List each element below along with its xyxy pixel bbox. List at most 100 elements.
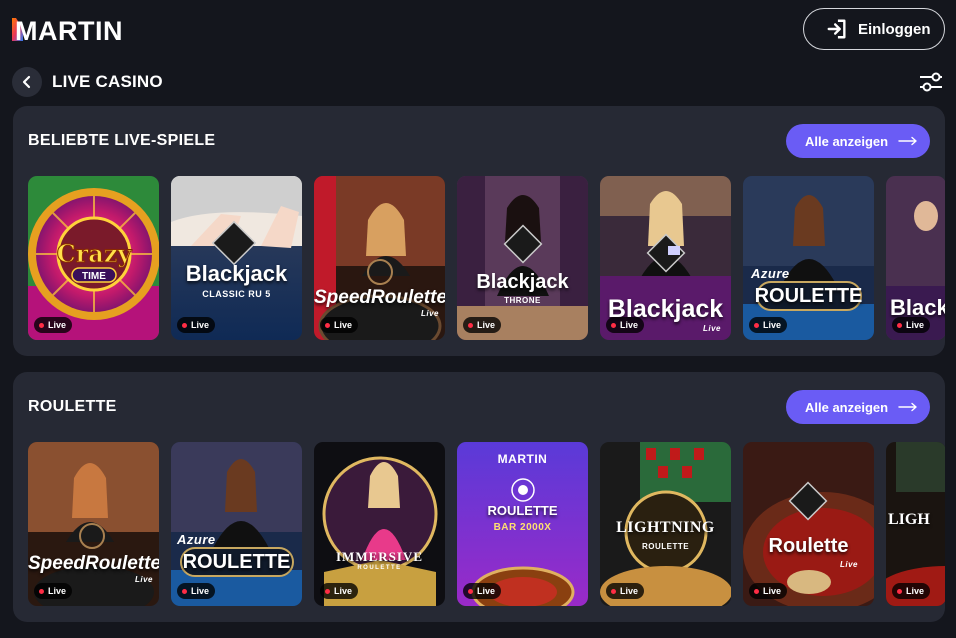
- live-dot: [611, 322, 616, 328]
- game-subtitle: Azure: [751, 266, 790, 281]
- live-badge: Live: [34, 317, 73, 333]
- live-dot: [39, 588, 44, 594]
- live-dot: [754, 588, 759, 594]
- game-title: LIGHTNING: [616, 519, 715, 536]
- game-card[interactable]: Azure ROULETTE Live: [743, 176, 874, 340]
- page-subheader: LIVE CASINO: [12, 66, 944, 98]
- live-dot: [468, 588, 473, 594]
- game-thumbnail: [171, 176, 302, 340]
- game-card[interactable]: Black Live: [886, 176, 945, 340]
- game-card[interactable]: Roulette Live Live: [743, 442, 874, 606]
- game-subtitle: THRONE: [504, 296, 541, 305]
- game-card[interactable]: Blackjack THRONE Live: [457, 176, 588, 340]
- game-subtitle: CLASSIC RU 5: [202, 289, 271, 299]
- game-title: Blackjack: [476, 271, 569, 293]
- top-header: MARTIN Einloggen: [0, 0, 956, 58]
- live-badge: Live: [320, 583, 359, 599]
- game-card[interactable]: Azure ROULETTE Live: [171, 442, 302, 606]
- live-badge: Live: [606, 317, 645, 333]
- arrow-right-icon: [898, 136, 917, 146]
- live-label: Live: [906, 586, 925, 596]
- live-label: Live: [48, 586, 67, 596]
- game-thumbnail: [314, 442, 445, 606]
- section-roulette: ROULETTE Alle anzeigen SpeedRoulette Liv…: [13, 372, 945, 622]
- live-label: Live: [48, 320, 67, 330]
- live-label: Live: [763, 586, 782, 596]
- live-label: Live: [477, 320, 496, 330]
- game-title: Roulette: [768, 535, 849, 557]
- game-thumbnail: [743, 442, 874, 606]
- live-label: Live: [334, 320, 353, 330]
- game-title: Blackjack: [185, 261, 288, 286]
- brand-label: MARTIN: [497, 452, 548, 466]
- live-badge: Live: [892, 583, 931, 599]
- login-label: Einloggen: [858, 20, 931, 38]
- game-subtitle: ROULETTE: [641, 542, 690, 551]
- live-dot: [182, 588, 187, 594]
- game-title: ROULETTE: [487, 503, 558, 518]
- game-subtitle: Azure: [177, 532, 216, 547]
- back-button[interactable]: [12, 67, 42, 97]
- login-arrow-icon: [826, 18, 848, 40]
- live-badge: Live: [177, 583, 216, 599]
- live-label: Live: [906, 320, 925, 330]
- game-card[interactable]: Blackjack Live Live: [600, 176, 731, 340]
- svg-text:Crazy: Crazy: [57, 239, 133, 268]
- game-card[interactable]: LIGH Live: [886, 442, 945, 606]
- login-button[interactable]: Einloggen: [803, 8, 945, 50]
- show-all-label: Alle anzeigen: [805, 133, 889, 149]
- live-dot: [325, 588, 330, 594]
- section-title: BELIEBTE LIVE-SPIELE: [28, 132, 216, 149]
- live-label: Live: [334, 586, 353, 596]
- game-thumbnail: Crazy TIME: [28, 176, 159, 340]
- live-badge: Live: [749, 317, 788, 333]
- live-badge: Live: [463, 317, 502, 333]
- game-card[interactable]: IMMERSIVE ROULETTE Live: [314, 442, 445, 606]
- section-popular-live-games: BELIEBTE LIVE-SPIELE Alle anzeigen Crazy…: [13, 106, 945, 356]
- game-thumbnail: [743, 176, 874, 340]
- game-subtitle: BAR 2000X: [493, 522, 552, 533]
- game-card[interactable]: Blackjack CLASSIC RU 5 Live: [171, 176, 302, 340]
- show-all-button[interactable]: Alle anzeigen: [786, 124, 930, 158]
- live-dot: [182, 322, 187, 328]
- live-dot: [897, 588, 902, 594]
- game-title: LIGH: [888, 511, 930, 528]
- live-label: Live: [620, 320, 639, 330]
- svg-text:MARTIN: MARTIN: [15, 16, 123, 42]
- live-dot: [325, 322, 330, 328]
- game-title: SpeedRoulette: [314, 287, 445, 308]
- game-thumbnail: [171, 442, 302, 606]
- live-badge: Live: [320, 317, 359, 333]
- game-card[interactable]: SpeedRoulette Live Live: [314, 176, 445, 340]
- game-title: IMMERSIVE: [335, 549, 423, 564]
- game-card[interactable]: MARTIN ROULETTE BAR 2000X Live: [457, 442, 588, 606]
- live-dot: [897, 322, 902, 328]
- martin-logo-mark: MARTIN: [12, 16, 123, 42]
- live-dot: [468, 322, 473, 328]
- live-dot: [754, 322, 759, 328]
- live-label: Live: [191, 320, 210, 330]
- live-badge: Live: [177, 317, 216, 333]
- live-label: Live: [191, 586, 210, 596]
- live-label: Live: [620, 586, 639, 596]
- live-dot: [611, 588, 616, 594]
- live-dot: [39, 322, 44, 328]
- game-card[interactable]: Crazy TIME Live: [28, 176, 159, 340]
- show-all-label: Alle anzeigen: [805, 399, 889, 415]
- game-title: SpeedRoulette: [28, 553, 159, 574]
- game-title: ROULETTE: [182, 551, 291, 573]
- svg-text:TIME: TIME: [82, 271, 106, 282]
- filter-button[interactable]: [918, 69, 944, 95]
- game-card[interactable]: SpeedRoulette Live Live: [28, 442, 159, 606]
- live-label: Live: [763, 320, 782, 330]
- page-title: LIVE CASINO: [52, 72, 163, 91]
- sliders-icon: [920, 72, 942, 92]
- show-all-button[interactable]: Alle anzeigen: [786, 390, 930, 424]
- game-thumbnail: [457, 176, 588, 340]
- live-badge: Live: [749, 583, 788, 599]
- section-title: ROULETTE: [28, 398, 117, 415]
- arrow-right-icon: [898, 402, 917, 412]
- martin-logo[interactable]: MARTIN: [12, 14, 124, 44]
- live-label: Live: [477, 586, 496, 596]
- game-card[interactable]: LIGHTNING ROULETTE Live: [600, 442, 731, 606]
